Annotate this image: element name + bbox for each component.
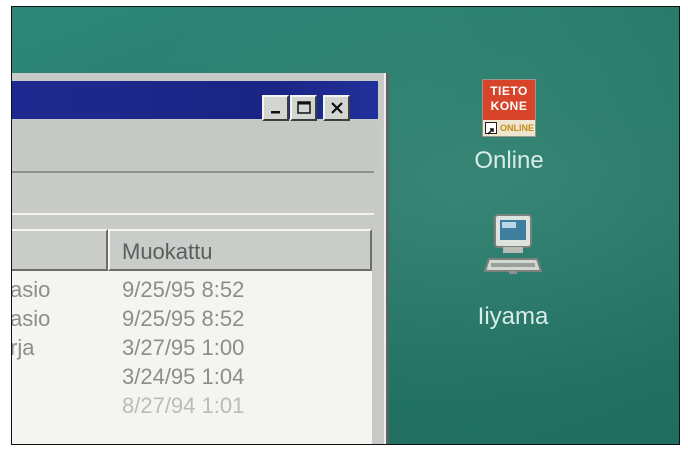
tietokone-online-icon: TIETO KONE ONLINE: [482, 79, 536, 137]
list-item-type: asio: [11, 306, 51, 331]
minimize-button[interactable]: [262, 95, 289, 121]
computer-icon: [483, 211, 543, 293]
list-item-modified: 9/25/95 8:52: [122, 277, 245, 302]
desktop-icon-label: Iiyama: [477, 303, 549, 330]
list-item[interactable]: asio 9/25/95 8:52: [11, 306, 372, 335]
list-item-type: asio: [11, 277, 51, 302]
list-item-modified: 9/25/95 8:52: [122, 306, 245, 331]
close-icon: [330, 102, 343, 114]
logo-line-2: KONE: [490, 99, 528, 113]
menu-bar: [12, 121, 378, 169]
list-item-modified: 3/27/95 1:00: [122, 335, 245, 360]
desktop: Muokattu asio 9/25/95 8:52 asio 9/25/95 …: [11, 6, 680, 445]
column-header-modified[interactable]: Muokattu: [108, 229, 372, 271]
list-item-modified: 3/24/95 1:04: [122, 364, 245, 389]
desktop-icon-label: Online: [474, 147, 544, 174]
list-item[interactable]: 8/27/94 1:01: [12, 393, 372, 422]
shortcut-arrow-icon: [485, 122, 497, 135]
desktop-icon-online[interactable]: TIETO KONE ONLINE Online: [464, 79, 554, 175]
maximize-button[interactable]: [290, 95, 317, 121]
minimize-icon: [270, 111, 280, 114]
close-button[interactable]: [323, 95, 350, 121]
file-list: Muokattu asio 9/25/95 8:52 asio 9/25/95 …: [11, 229, 372, 444]
column-headers: Muokattu: [12, 229, 372, 271]
tietokone-logo-text: TIETO KONE: [483, 80, 535, 120]
column-header-type[interactable]: [12, 229, 108, 271]
desktop-icon-iiyama[interactable]: Iiyama: [468, 211, 558, 331]
list-item-modified: 8/27/94 1:01: [122, 393, 245, 418]
list-item[interactable]: asio 9/25/95 8:52: [11, 277, 372, 306]
address-bar[interactable]: [12, 171, 374, 215]
list-item[interactable]: rja 3/27/95 1:00: [11, 335, 372, 364]
list-item[interactable]: 3/24/95 1:04: [12, 364, 372, 393]
list-item-type: rja: [11, 335, 35, 360]
title-bar[interactable]: [12, 81, 378, 121]
logo-line-1: TIETO: [490, 84, 528, 98]
maximize-icon: [296, 101, 311, 114]
explorer-window: Muokattu asio 9/25/95 8:52 asio 9/25/95 …: [11, 73, 386, 444]
